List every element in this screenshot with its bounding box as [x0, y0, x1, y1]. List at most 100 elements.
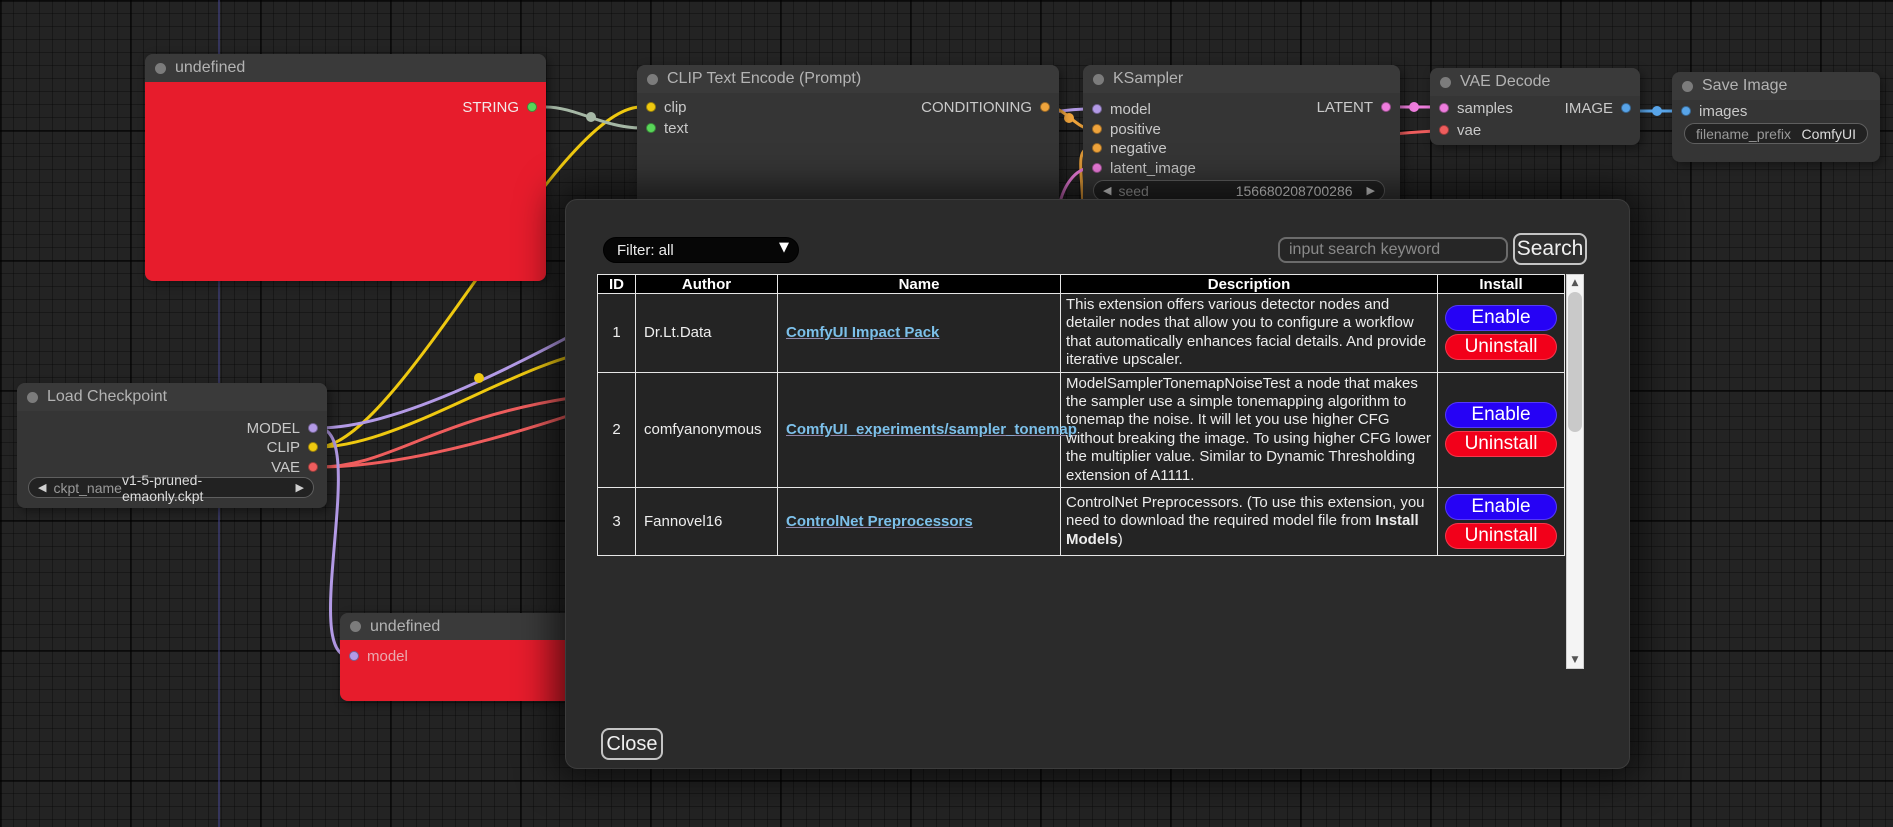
- widget-label: seed: [1118, 183, 1235, 199]
- extension-link[interactable]: ControlNet Preprocessors: [786, 513, 973, 530]
- slot-label: STRING: [462, 99, 519, 116]
- model-input-dot[interactable]: [1092, 104, 1102, 114]
- node-title-bar[interactable]: VAE Decode: [1430, 68, 1640, 96]
- conditioning-output-dot[interactable]: [1040, 102, 1050, 112]
- link-clip-hidden: [318, 350, 600, 447]
- decrement-arrow-icon[interactable]: ◀: [1103, 184, 1111, 197]
- uninstall-button[interactable]: Uninstall: [1445, 523, 1557, 549]
- input-slot-images[interactable]: images: [1681, 103, 1747, 119]
- latent-image-input-dot[interactable]: [1092, 163, 1102, 173]
- node-graph-canvas[interactable]: undefined STRING CLIP Text Encode (Promp…: [0, 0, 1893, 827]
- description-bold: Install Models: [1066, 512, 1419, 547]
- input-slot-negative[interactable]: negative: [1092, 140, 1167, 156]
- scrollbar[interactable]: ▲ ▼: [1566, 274, 1584, 669]
- latent-output-dot[interactable]: [1381, 102, 1391, 112]
- node-title-bar[interactable]: KSampler: [1083, 65, 1400, 93]
- filter-select[interactable]: Filter: all: [603, 237, 799, 263]
- clip-input-dot[interactable]: [646, 102, 656, 112]
- input-slot-samples[interactable]: samples: [1439, 100, 1513, 116]
- output-slot-conditioning[interactable]: CONDITIONING: [921, 99, 1050, 115]
- samples-input-dot[interactable]: [1439, 103, 1449, 113]
- output-slot-string[interactable]: STRING: [462, 99, 537, 115]
- output-slot-latent[interactable]: LATENT: [1317, 99, 1391, 115]
- search-button[interactable]: Search: [1513, 233, 1587, 265]
- link-dot-latent: [1409, 102, 1419, 112]
- output-slot-clip[interactable]: CLIP: [267, 439, 318, 455]
- link-dot-clip: [474, 373, 484, 383]
- widget-value: ComfyUI: [1802, 126, 1856, 142]
- table-header-row: ID Author Name Description Install: [598, 275, 1565, 294]
- scroll-down-icon[interactable]: ▼: [1567, 652, 1583, 668]
- negative-input-dot[interactable]: [1092, 143, 1102, 153]
- node-title: KSampler: [1113, 70, 1183, 88]
- table-row: 3Fannovel16ControlNet PreprocessorsContr…: [598, 488, 1565, 556]
- image-output-dot[interactable]: [1621, 103, 1631, 113]
- images-input-dot[interactable]: [1681, 106, 1691, 116]
- enable-button[interactable]: Enable: [1445, 402, 1557, 428]
- input-slot-clip[interactable]: clip: [646, 99, 687, 115]
- node-undefined-top[interactable]: undefined STRING: [145, 54, 546, 281]
- increment-arrow-icon[interactable]: ▶: [1367, 184, 1375, 197]
- input-slot-positive[interactable]: positive: [1092, 121, 1161, 137]
- output-slot-model[interactable]: MODEL: [247, 420, 318, 436]
- input-slot-text[interactable]: text: [646, 120, 688, 136]
- positive-input-dot[interactable]: [1092, 124, 1102, 134]
- collapse-dot[interactable]: [27, 392, 38, 403]
- input-slot-vae[interactable]: vae: [1439, 122, 1481, 138]
- text-input-dot[interactable]: [646, 123, 656, 133]
- input-slot-model[interactable]: model: [1092, 101, 1151, 117]
- cell-install: Enable Uninstall: [1438, 372, 1565, 487]
- node-load-checkpoint[interactable]: Load Checkpoint MODEL CLIP VAE ◀ ckpt_na…: [17, 383, 327, 508]
- collapse-dot[interactable]: [1093, 74, 1104, 85]
- extension-link[interactable]: ComfyUI Impact Pack: [786, 324, 939, 341]
- scroll-up-icon[interactable]: ▲: [1567, 275, 1583, 291]
- clip-output-dot[interactable]: [308, 442, 318, 452]
- link-dot-conditioning: [1064, 113, 1074, 123]
- node-title-bar[interactable]: undefined: [145, 54, 546, 82]
- uninstall-button[interactable]: Uninstall: [1445, 334, 1557, 360]
- node-title: undefined: [370, 618, 440, 636]
- node-save-image[interactable]: Save Image images filename_prefix ComfyU…: [1672, 72, 1880, 162]
- close-button[interactable]: Close: [601, 728, 663, 760]
- link-dot-string: [586, 112, 596, 122]
- extension-link[interactable]: ComfyUI_experiments/sampler_tonemap: [786, 421, 1077, 438]
- seed-widget[interactable]: ◀ seed 156680208700286 ▶: [1093, 180, 1385, 201]
- slot-label: LATENT: [1317, 99, 1373, 116]
- node-title-bar[interactable]: Load Checkpoint: [17, 383, 327, 411]
- slot-label: positive: [1110, 121, 1161, 138]
- increment-arrow-icon[interactable]: ▶: [296, 481, 304, 494]
- output-slot-image[interactable]: IMAGE: [1565, 100, 1631, 116]
- collapse-dot[interactable]: [155, 63, 166, 74]
- cell-author: Fannovel16: [636, 488, 778, 556]
- node-title-bar[interactable]: Save Image: [1672, 72, 1880, 100]
- string-output-dot[interactable]: [527, 102, 537, 112]
- ckpt-name-widget[interactable]: ◀ ckpt_name v1-5-pruned-emaonly.ckpt ▶: [28, 477, 314, 498]
- slot-label: negative: [1110, 140, 1167, 157]
- cell-name: ComfyUI_experiments/sampler_tonemap: [778, 372, 1061, 487]
- model-input-dot[interactable]: [349, 651, 359, 661]
- decrement-arrow-icon[interactable]: ◀: [38, 481, 46, 494]
- collapse-dot[interactable]: [1440, 77, 1451, 88]
- enable-button[interactable]: Enable: [1445, 494, 1557, 520]
- search-input[interactable]: [1278, 237, 1508, 263]
- model-output-dot[interactable]: [308, 423, 318, 433]
- scrollbar-thumb[interactable]: [1568, 292, 1582, 432]
- node-title: VAE Decode: [1460, 73, 1550, 91]
- node-title-bar[interactable]: CLIP Text Encode (Prompt): [637, 65, 1059, 93]
- cell-id: 2: [598, 372, 636, 487]
- slot-label: model: [367, 648, 408, 665]
- filename-prefix-widget[interactable]: filename_prefix ComfyUI: [1684, 123, 1868, 144]
- node-vae-decode[interactable]: VAE Decode samples vae IMAGE: [1430, 68, 1640, 145]
- collapse-dot[interactable]: [350, 621, 361, 632]
- vae-output-dot[interactable]: [308, 462, 318, 472]
- widget-value: 156680208700286: [1236, 183, 1353, 199]
- table-row: 1Dr.Lt.DataComfyUI Impact PackThis exten…: [598, 294, 1565, 373]
- enable-button[interactable]: Enable: [1445, 305, 1557, 331]
- input-slot-model[interactable]: model: [349, 648, 408, 664]
- vae-input-dot[interactable]: [1439, 125, 1449, 135]
- collapse-dot[interactable]: [1682, 81, 1693, 92]
- input-slot-latent-image[interactable]: latent_image: [1092, 160, 1196, 176]
- uninstall-button[interactable]: Uninstall: [1445, 431, 1557, 457]
- slot-label: samples: [1457, 100, 1513, 117]
- collapse-dot[interactable]: [647, 74, 658, 85]
